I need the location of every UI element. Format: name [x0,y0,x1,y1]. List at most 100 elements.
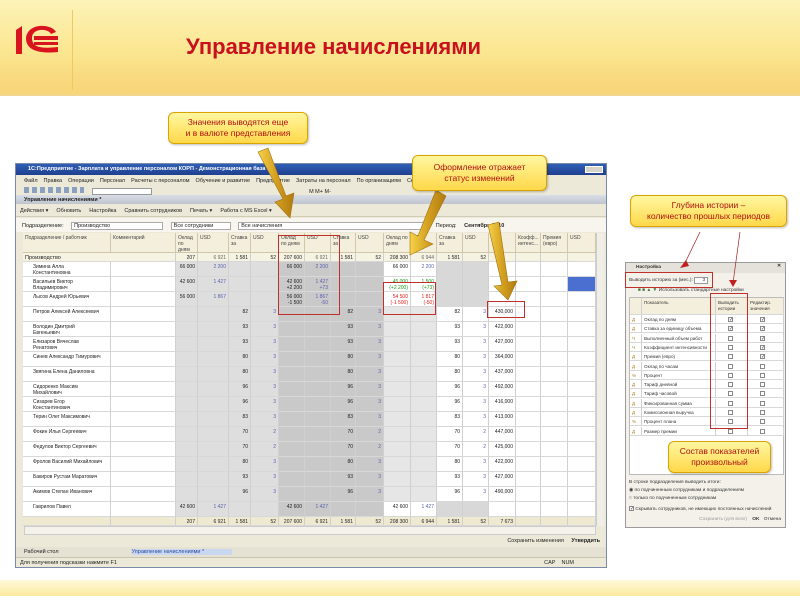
table-cell[interactable] [229,292,251,307]
column-header[interactable]: Ставка за [331,233,356,253]
standard-settings-button[interactable]: Использовать стандартные настройки [659,288,744,293]
table-cell[interactable] [384,457,411,472]
table-row-name[interactable]: Сидоренко Максим Михайлович [23,382,111,397]
group-cell[interactable] [516,253,541,262]
table-cell[interactable]: 82 [229,307,251,322]
table-cell[interactable] [516,397,541,412]
table-cell[interactable] [176,337,198,352]
table-cell[interactable] [568,472,596,487]
indicator-type[interactable]: Ч [630,333,642,343]
table-row-name[interactable]: Терин Олег Максимович [23,412,111,427]
table-cell[interactable]: 66 000 [279,262,305,277]
table-cell[interactable]: 70 [229,427,251,442]
indicator-type[interactable]: Д [630,389,642,399]
table-cell[interactable]: 80 [437,457,463,472]
table-cell[interactable] [463,277,489,292]
table-cell[interactable] [568,457,596,472]
table-cell[interactable] [279,397,305,412]
table-cell[interactable]: 3 [463,337,489,352]
table-cell[interactable] [568,277,596,292]
table-cell[interactable] [568,427,596,442]
table-cell[interactable] [516,502,541,517]
edit-checkbox[interactable]: ✓ [748,352,784,362]
table-cell[interactable] [229,262,251,277]
table-cell[interactable] [541,472,568,487]
table-cell[interactable] [331,502,356,517]
comment-cell[interactable] [111,307,176,322]
table-cell[interactable] [516,472,541,487]
table-cell[interactable]: 83 [331,412,356,427]
table-cell[interactable] [305,457,331,472]
comment-cell[interactable] [111,472,176,487]
table-row-name[interactable]: Акимов Степан Иванович [23,487,111,502]
group-cell[interactable]: 1 581 [437,253,463,262]
table-cell[interactable] [541,367,568,382]
indicator-type[interactable]: Д [630,315,642,324]
table-cell[interactable]: 93 [331,322,356,337]
table-cell[interactable]: 96 [229,397,251,412]
table-cell[interactable] [411,307,437,322]
settings-column-header[interactable]: Выводить истории [716,298,748,315]
table-cell[interactable]: 3 [463,322,489,337]
table-cell[interactable] [279,472,305,487]
table-cell[interactable] [541,442,568,457]
totals-cell[interactable] [568,517,596,526]
indicator-name[interactable]: Тариф дневной [642,380,716,390]
table-cell[interactable]: 56 000 -1 500 [279,292,305,307]
table-cell[interactable]: 492,000 [489,382,516,397]
indicator-name[interactable]: Фиксированная сумма [642,398,716,408]
table-cell[interactable]: 364,000 [489,352,516,367]
column-header[interactable]: Коэфф... интенс... [516,233,541,253]
table-cell[interactable] [176,442,198,457]
table-cell[interactable] [305,397,331,412]
table-cell[interactable] [411,442,437,457]
table-cell[interactable] [198,427,229,442]
table-cell[interactable]: 3 [356,367,384,382]
table-cell[interactable] [516,262,541,277]
table-cell[interactable] [568,382,596,397]
totals-cell[interactable]: 6 921 [198,517,229,526]
table-cell[interactable]: 2 [463,442,489,457]
indicator-type[interactable]: % [630,417,642,427]
table-cell[interactable]: 3 [251,337,279,352]
radio-all[interactable]: ◉ по подчиненным сотрудникам и подраздел… [629,487,771,495]
table-row-name[interactable]: Синев Александр Тимурович [23,352,111,367]
table-cell[interactable]: 2 [356,442,384,457]
indicator-name[interactable]: Премия (евро) [642,352,716,362]
table-cell[interactable] [305,307,331,322]
radio-only[interactable]: ○ только по подчиненным сотрудникам [629,495,771,503]
table-cell[interactable]: 1 867 [198,292,229,307]
table-cell[interactable] [541,457,568,472]
table-cell[interactable] [331,262,356,277]
table-cell[interactable] [176,397,198,412]
table-cell[interactable] [568,442,596,457]
history-checkbox[interactable] [716,417,748,427]
history-checkbox[interactable] [716,398,748,408]
table-cell[interactable] [463,262,489,277]
indicator-name[interactable]: Комиссионная выручка [642,408,716,417]
table-cell[interactable] [176,382,198,397]
table-cell[interactable] [541,307,568,322]
column-header[interactable]: Комментарий [111,233,176,253]
totals-cell[interactable]: 207 600 [176,517,198,526]
table-cell[interactable] [568,352,596,367]
table-cell[interactable]: 2 200 [411,262,437,277]
table-cell[interactable]: 96 [437,397,463,412]
table-cell[interactable]: 2 [356,427,384,442]
table-row-name[interactable]: Фролов Василий Михайлович [23,457,111,472]
column-header[interactable]: USD [356,233,384,253]
table-cell[interactable]: 3 [356,352,384,367]
table-cell[interactable] [305,412,331,427]
table-cell[interactable] [176,352,198,367]
comment-cell[interactable] [111,352,176,367]
column-header[interactable]: Оклад по дням ... [176,233,198,253]
edit-checkbox[interactable] [748,408,784,417]
table-cell[interactable] [251,262,279,277]
table-cell[interactable]: 3 [463,457,489,472]
table-cell[interactable] [384,487,411,502]
table-cell[interactable]: 3 [356,307,384,322]
table-cell[interactable]: 93 [437,472,463,487]
indicator-type[interactable]: Д [630,398,642,408]
table-cell[interactable] [279,307,305,322]
indicator-name[interactable]: Ставка за единицу объема [642,324,716,334]
